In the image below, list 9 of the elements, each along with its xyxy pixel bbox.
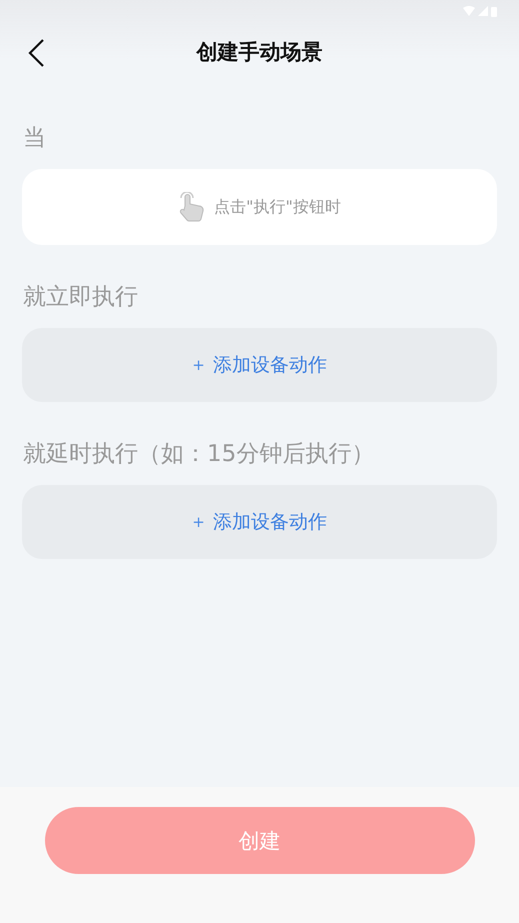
add-action-button[interactable]: + 添加设备动作 <box>22 485 497 559</box>
section-label: 就立即执行 <box>23 283 139 311</box>
trigger-text: 点击"执行"按钮时 <box>214 196 341 218</box>
back-icon[interactable] <box>26 38 46 68</box>
section-label: 就延时执行（如：15分钟后执行） <box>23 440 376 468</box>
add-action-button[interactable]: + 添加设备动作 <box>22 328 497 402</box>
hand-tap-icon <box>178 192 206 222</box>
page-title: 创建手动场景 <box>196 39 322 66</box>
section-label: 当 <box>23 124 47 152</box>
